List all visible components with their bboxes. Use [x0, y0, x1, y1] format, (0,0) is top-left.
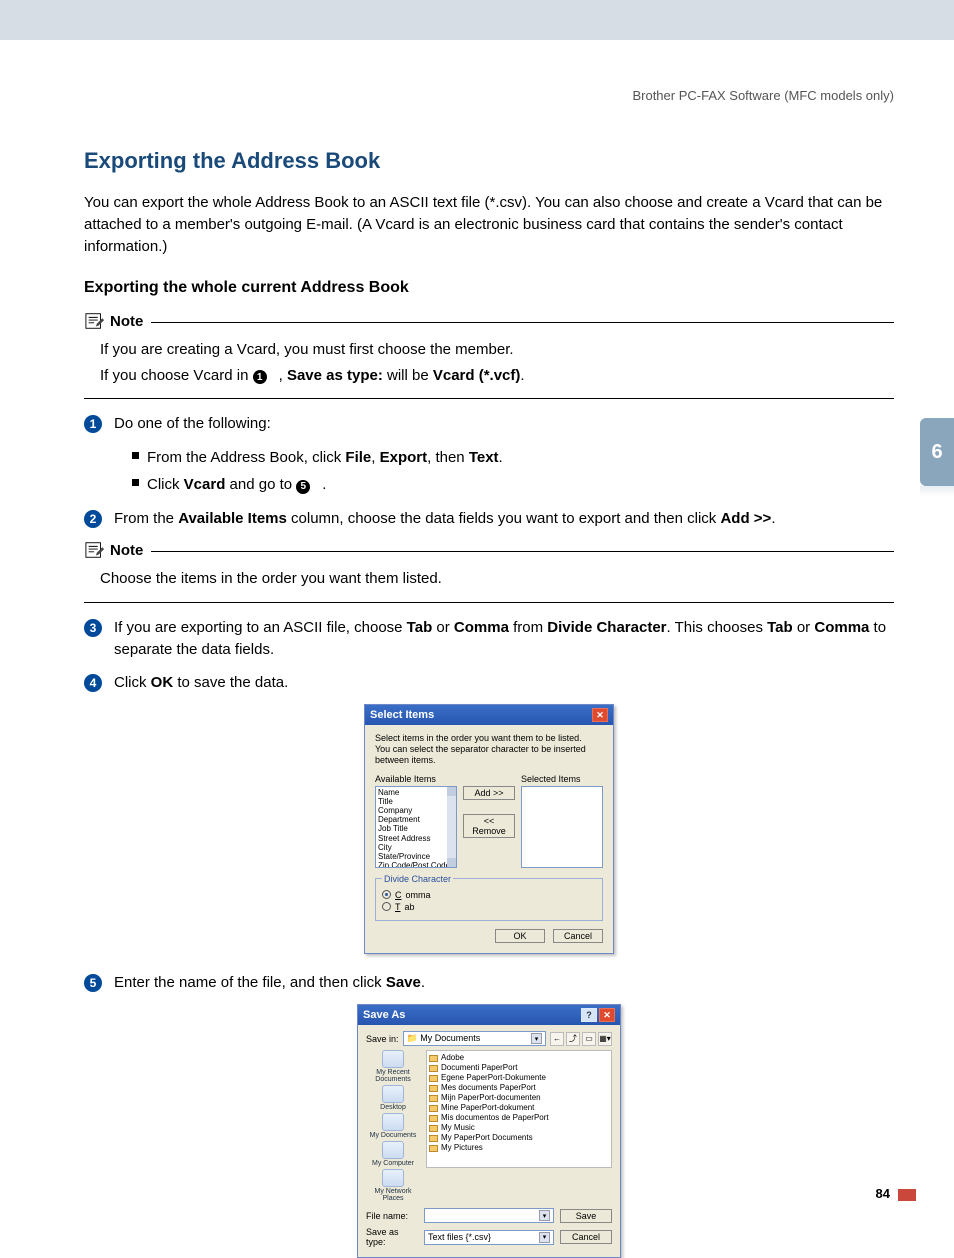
ok-button[interactable]: OK [495, 929, 545, 943]
divider [84, 602, 894, 603]
select-items-dialog: Select Items ✕ Select items in the order… [364, 704, 614, 953]
save-button[interactable]: Save [560, 1209, 612, 1223]
save-as-dialog: Save As ? ✕ Save in: 📁 My Documents▾ ← ⤴… [357, 1004, 621, 1258]
top-bar [0, 0, 954, 40]
step-badge-4: 4 [84, 674, 102, 692]
dialog-title: Select Items [370, 709, 434, 721]
file-list[interactable]: AdobeDocumenti PaperPortEgene PaperPort-… [426, 1050, 612, 1168]
note2-body: Choose the items in the order you want t… [100, 566, 894, 592]
note-icon [84, 311, 106, 331]
step-badge-1: 1 [84, 415, 102, 433]
divide-legend: Divide Character [382, 874, 453, 884]
heading-sub: Exporting the whole current Address Book [84, 279, 894, 297]
help-icon[interactable]: ? [581, 1008, 597, 1022]
step-3: 3 If you are exporting to an ASCII file,… [84, 617, 894, 662]
step-2: 2 From the Available Items column, choos… [84, 508, 894, 531]
step-1: 1 Do one of the following: From the Addr… [84, 413, 894, 498]
new-folder-icon[interactable]: ▭ [582, 1032, 596, 1046]
save-in-label: Save in: [366, 1034, 399, 1044]
file-item[interactable]: Adobe [429, 1053, 609, 1063]
step-badge-5: 5 [84, 974, 102, 992]
file-item[interactable]: Mes documents PaperPort [429, 1083, 609, 1093]
list-item[interactable]: Department [378, 815, 454, 824]
available-items-listbox[interactable]: NameTitleCompanyDepartmentJob TitleStree… [375, 786, 457, 868]
up-folder-icon[interactable]: ⤴ [566, 1032, 580, 1046]
dialog-desc: Select items in the order you want them … [375, 733, 603, 765]
file-name-label: File name: [366, 1211, 418, 1221]
intro-paragraph: You can export the whole Address Book to… [84, 192, 894, 257]
cancel-button[interactable]: Cancel [553, 929, 603, 943]
places-item[interactable]: My Documents [366, 1113, 420, 1139]
file-item[interactable]: My Music [429, 1123, 609, 1133]
places-item[interactable]: My Recent Documents [366, 1050, 420, 1083]
note2-label: Note [110, 542, 143, 559]
note-header: Note [84, 311, 894, 331]
available-items-label: Available Items [375, 774, 457, 784]
step1-sub: From the Address Book, click File, Expor… [132, 444, 894, 498]
step-badge-3: 3 [84, 619, 102, 637]
step-5: 5 Enter the name of the file, and then c… [84, 972, 894, 995]
back-icon[interactable]: ← [550, 1032, 564, 1046]
heading-main: Exporting the Address Book [84, 148, 894, 174]
note2-header: Note [84, 540, 894, 560]
radio-comma[interactable]: Comma [382, 890, 596, 900]
note-label: Note [110, 313, 143, 330]
dialog-titlebar: Save As ? ✕ [358, 1005, 620, 1025]
list-item[interactable]: Title [378, 797, 454, 806]
radio-tab[interactable]: Tab [382, 902, 596, 912]
places-bar: My Recent DocumentsDesktopMy DocumentsMy… [366, 1050, 420, 1202]
page-number: 84 [876, 1186, 890, 1201]
remove-button[interactable]: << Remove [463, 814, 515, 838]
file-item[interactable]: Egene PaperPort-Dokumente [429, 1073, 609, 1083]
save-in-combo[interactable]: 📁 My Documents▾ [403, 1031, 546, 1046]
divide-character-group: Divide Character Comma Tab [375, 874, 603, 921]
list-item[interactable]: Job Title [378, 824, 454, 833]
close-icon[interactable]: ✕ [599, 1008, 615, 1022]
dialog-titlebar: Select Items ✕ [365, 705, 613, 725]
page-edge-marker [898, 1189, 916, 1201]
file-item[interactable]: Documenti PaperPort [429, 1063, 609, 1073]
step-4: 4 Click OK to save the data. [84, 672, 894, 695]
dialog-title: Save As [363, 1009, 405, 1021]
places-item[interactable]: My Computer [366, 1141, 420, 1167]
ref-badge-1: 1 [253, 370, 267, 384]
selected-items-listbox[interactable] [521, 786, 603, 868]
file-item[interactable]: Mijn PaperPort-documenten [429, 1093, 609, 1103]
list-item[interactable]: Zip Code/Post Code [378, 861, 454, 868]
places-item[interactable]: Desktop [366, 1085, 420, 1111]
list-item[interactable]: State/Province [378, 852, 454, 861]
step1-text: Do one of the following: [114, 415, 271, 432]
add-button[interactable]: Add >> [463, 786, 515, 800]
list-item[interactable]: City [378, 843, 454, 852]
step-badge-2: 2 [84, 510, 102, 528]
file-item[interactable]: My PaperPort Documents [429, 1133, 609, 1143]
note-body: If you are creating a Vcard, you must fi… [100, 337, 894, 388]
save-type-label: Save as type: [366, 1227, 418, 1247]
note-icon [84, 540, 106, 560]
note-line2: If you choose Vcard in 1, Save as type: … [100, 363, 894, 389]
file-item[interactable]: Mis documentos de PaperPort [429, 1113, 609, 1123]
ref-badge-5: 5 [296, 480, 310, 494]
note-line1: If you are creating a Vcard, you must fi… [100, 337, 894, 363]
header-breadcrumb: Brother PC-FAX Software (MFC models only… [84, 88, 894, 103]
file-item[interactable]: My Pictures [429, 1143, 609, 1153]
list-item[interactable]: Name [378, 788, 454, 797]
save-type-combo[interactable]: Text files {*.csv}▾ [424, 1230, 554, 1245]
list-item[interactable]: Street Address [378, 834, 454, 843]
close-icon[interactable]: ✕ [592, 708, 608, 722]
chapter-tab: 6 [920, 418, 954, 486]
views-icon[interactable]: ▦▾ [598, 1032, 612, 1046]
file-item[interactable]: Mine PaperPort-dokument [429, 1103, 609, 1113]
divider [84, 398, 894, 399]
places-item[interactable]: My Network Places [366, 1169, 420, 1202]
cancel-button[interactable]: Cancel [560, 1230, 612, 1244]
file-name-input[interactable]: ▾ [424, 1208, 554, 1223]
list-item[interactable]: Company [378, 806, 454, 815]
selected-items-label: Selected Items [521, 774, 603, 784]
